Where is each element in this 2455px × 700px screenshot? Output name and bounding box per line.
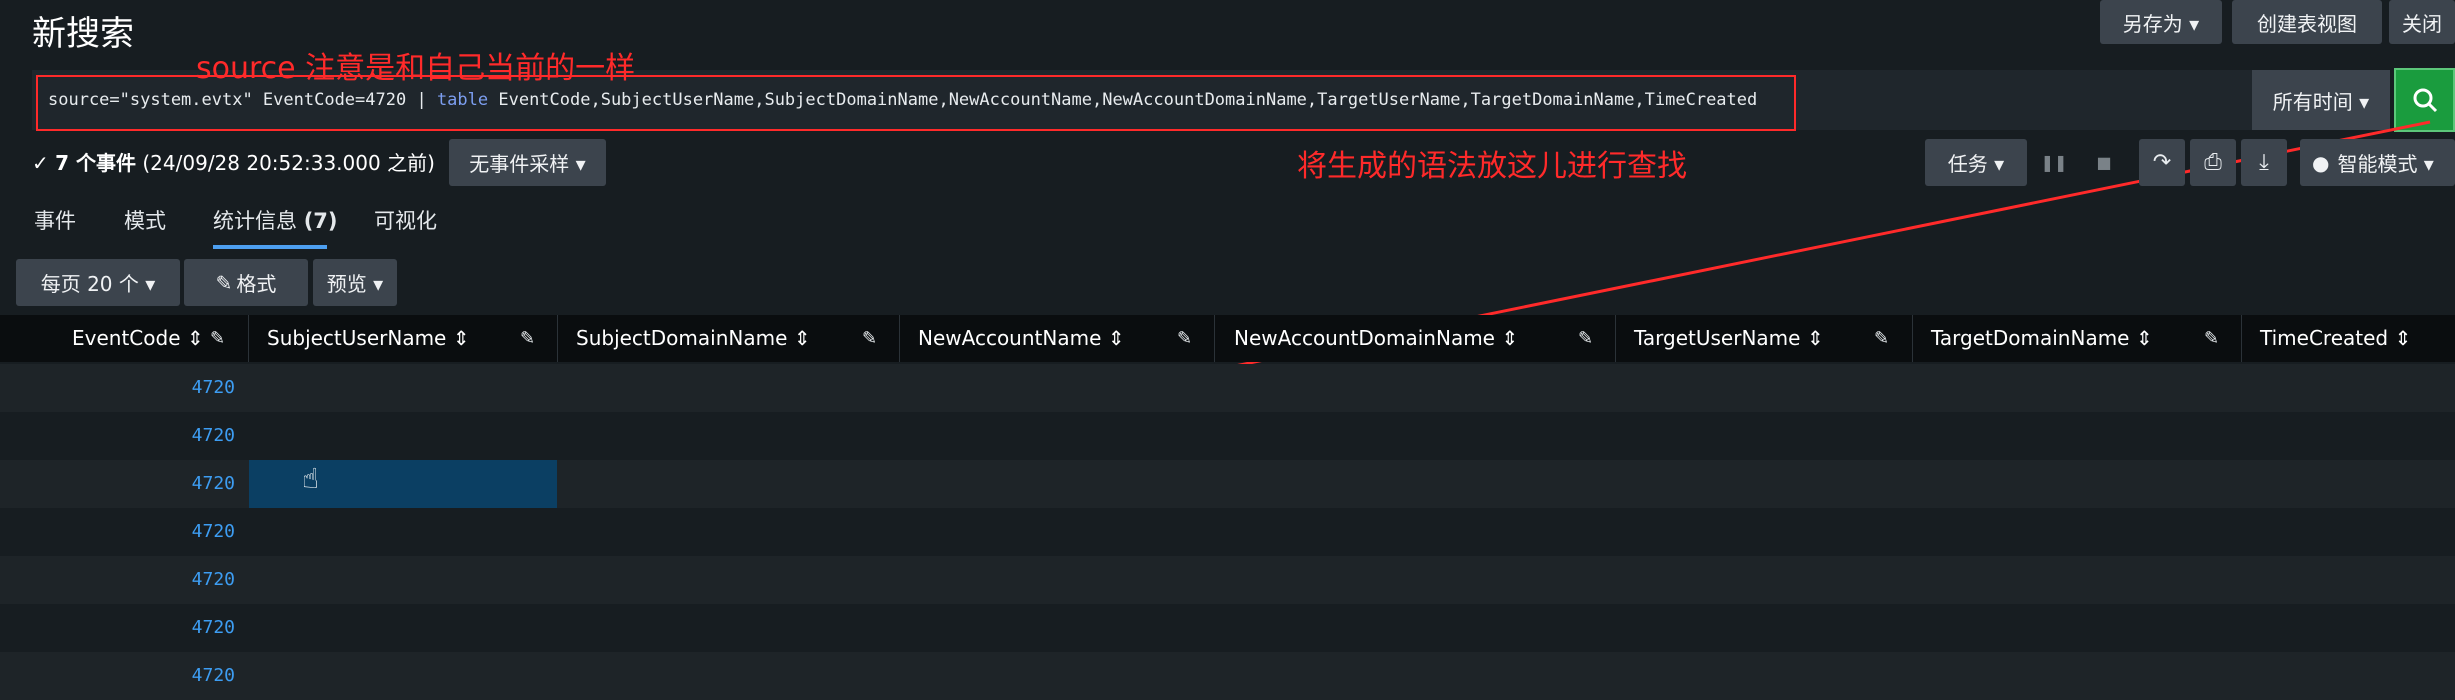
tab-statistics-label: 统计信息 [213, 209, 297, 233]
edit-column-icon[interactable]: ✎ [210, 315, 225, 362]
column-label: TimeCreated [2260, 326, 2389, 350]
column-label: SubjectDomainName [576, 326, 788, 350]
search-mode-dropdown[interactable]: ● 智能模式 ▾ [2300, 139, 2455, 186]
column-label: EventCode [72, 326, 181, 350]
cell-eventcode[interactable]: 4720 [0, 412, 235, 460]
tab-visualization[interactable]: 可视化 [374, 205, 437, 235]
share-icon[interactable]: ↷ [2139, 139, 2185, 186]
tab-statistics[interactable]: 统计信息 (7) [213, 205, 338, 235]
column-header-eventcode[interactable]: EventCode ⇕ [72, 315, 204, 362]
edit-column-icon[interactable]: ✎ [1578, 315, 1593, 362]
cell-eventcode[interactable]: 4720 [0, 508, 235, 556]
tab-statistics-count: (7) [303, 209, 338, 233]
column-label: SubjectUserName [267, 326, 447, 350]
column-label: NewAccountName [918, 326, 1102, 350]
per-page-dropdown[interactable]: 每页 20 个 ▾ [16, 259, 180, 306]
table-row[interactable]: 4720 [0, 364, 2455, 412]
column-label: TargetUserName [1634, 326, 1801, 350]
event-time: (24/09/28 20:52:33.000 之前) [136, 151, 435, 175]
table-row[interactable]: 4720 [0, 556, 2455, 604]
preview-dropdown[interactable]: 预览 ▾ [313, 259, 397, 306]
column-header-newaccountdomainname[interactable]: NewAccountDomainName ⇕ [1234, 315, 1518, 362]
column-header-targetdomainname[interactable]: TargetDomainName ⇕ [1931, 315, 2153, 362]
selected-cell[interactable] [249, 460, 557, 508]
active-tab-indicator [213, 245, 327, 249]
column-label: TargetDomainName [1931, 326, 2130, 350]
tab-patterns[interactable]: 模式 [124, 205, 166, 235]
print-icon[interactable]: ⎙ [2190, 139, 2236, 186]
format-label: 格式 [236, 272, 277, 296]
sort-icon[interactable]: ⇕ [1501, 326, 1518, 350]
column-divider [899, 315, 900, 362]
column-divider [1615, 315, 1616, 362]
column-header-targetusername[interactable]: TargetUserName ⇕ [1634, 315, 1824, 362]
sort-icon[interactable]: ⇕ [187, 326, 204, 350]
column-divider [248, 315, 249, 362]
job-dropdown[interactable]: 任务 ▾ [1925, 139, 2027, 186]
sort-icon[interactable]: ⇕ [2136, 326, 2153, 350]
bulb-icon: ● [2312, 150, 2330, 175]
column-divider [1214, 315, 1215, 362]
column-divider [1912, 315, 1913, 362]
table-row[interactable]: 4720 [0, 652, 2455, 700]
pencil-icon: ✎ [215, 270, 233, 295]
column-header-subjectusername[interactable]: SubjectUserName ⇕ [267, 315, 469, 362]
event-count[interactable]: 7 个事件 [55, 151, 136, 175]
hand-cursor-icon: ☝ [302, 462, 320, 495]
cell-eventcode[interactable]: 4720 [0, 460, 235, 508]
edit-column-icon[interactable]: ✎ [862, 315, 877, 362]
column-label: NewAccountDomainName [1234, 326, 1495, 350]
format-button[interactable]: ✎ 格式 [184, 259, 308, 306]
export-icon[interactable]: ⤓ [2241, 139, 2287, 186]
search-mode-label: 智能模式 ▾ [2337, 152, 2434, 176]
column-header-newaccountname[interactable]: NewAccountName ⇕ [918, 315, 1125, 362]
column-divider [557, 315, 558, 362]
sort-icon[interactable]: ⇕ [2394, 326, 2411, 350]
sort-icon[interactable]: ⇕ [794, 326, 811, 350]
table-row[interactable]: 4720 [0, 604, 2455, 652]
edit-column-icon[interactable]: ✎ [1177, 315, 1192, 362]
edit-column-icon[interactable]: ✎ [1874, 315, 1889, 362]
edit-column-icon[interactable]: ✎ [520, 315, 535, 362]
check-icon: ✓ [32, 151, 49, 175]
table-row[interactable]: 4720 [0, 412, 2455, 460]
edit-column-icon[interactable]: ✎ [2204, 315, 2219, 362]
sort-icon[interactable]: ⇕ [1807, 326, 1824, 350]
tab-events[interactable]: 事件 [34, 205, 76, 235]
cell-eventcode[interactable]: 4720 [0, 364, 235, 412]
sort-icon[interactable]: ⇕ [453, 326, 470, 350]
table-row[interactable]: 4720 [0, 508, 2455, 556]
sort-icon[interactable]: ⇕ [1108, 326, 1125, 350]
event-sampling-dropdown[interactable]: 无事件采样 ▾ [449, 139, 606, 186]
column-header-timecreated[interactable]: TimeCreated ⇕ [2260, 315, 2411, 362]
column-header-subjectdomainname[interactable]: SubjectDomainName ⇕ [576, 315, 811, 362]
cell-eventcode[interactable]: 4720 [0, 652, 235, 700]
pause-icon[interactable]: ❚❚ [2031, 139, 2077, 186]
stop-icon[interactable]: ■ [2081, 139, 2127, 186]
cell-eventcode[interactable]: 4720 [0, 556, 235, 604]
column-divider [2241, 315, 2242, 362]
cell-eventcode[interactable]: 4720 [0, 604, 235, 652]
table-row[interactable]: ☝ 4720 [0, 460, 2455, 508]
event-status: ✓ 7 个事件 (24/09/28 20:52:33.000 之前) [32, 147, 435, 176]
